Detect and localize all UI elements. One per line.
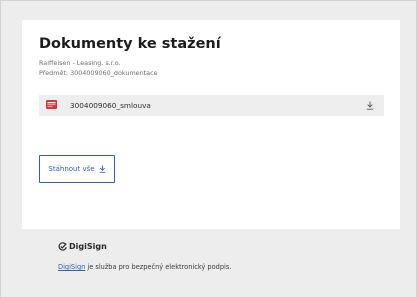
- file-row[interactable]: 3004009060_smlouva: [39, 95, 384, 116]
- footer-description: je služba pro bezpečný elektronický podp…: [85, 263, 232, 271]
- page-title: Dokumenty ke stažení: [39, 36, 221, 52]
- sender-name: Raiffeisen - Leasing, s.r.o.: [39, 59, 121, 67]
- pdf-file-icon: [46, 100, 57, 109]
- download-icon[interactable]: [366, 101, 374, 110]
- footer-text: DigiSign je služba pro bezpečný elektron…: [58, 263, 231, 271]
- digisign-link[interactable]: DigiSign: [58, 263, 85, 271]
- brand-name: DigiSign: [69, 242, 107, 251]
- digisign-brand: DigiSign: [58, 242, 107, 251]
- download-icon: [99, 165, 105, 173]
- subject-line: Předmět: 3004009060_dokumentace: [39, 69, 158, 77]
- page: { "card": { "title": "Dokumenty ke staže…: [0, 0, 417, 298]
- documents-card: Dokumenty ke stažení Raiffeisen - Leasin…: [22, 20, 400, 229]
- digisign-logo-icon: [58, 242, 67, 251]
- download-all-button[interactable]: Stáhnout vše: [39, 155, 115, 183]
- file-name[interactable]: 3004009060_smlouva: [70, 95, 151, 116]
- download-all-label: Stáhnout vše: [48, 165, 95, 173]
